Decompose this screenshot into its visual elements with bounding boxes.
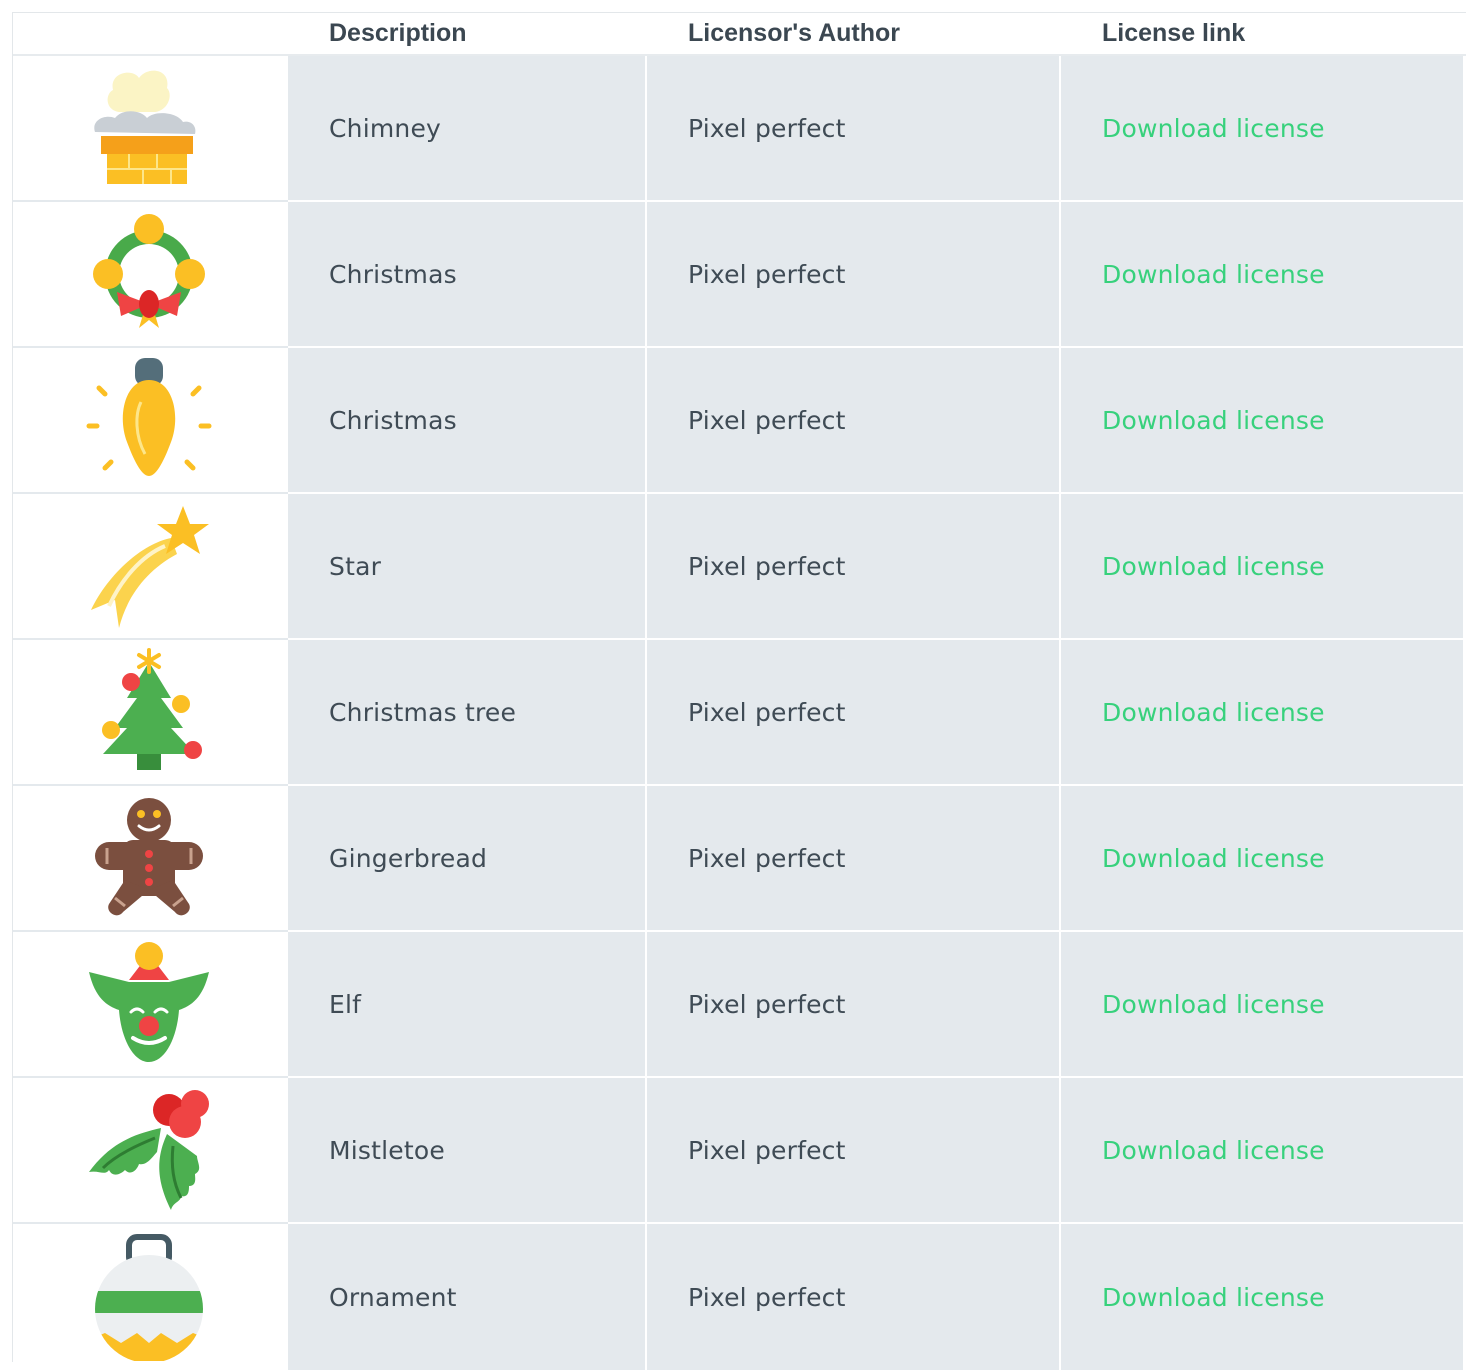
wreath-icon	[93, 214, 205, 328]
icon-cell	[13, 494, 288, 640]
download-license-link[interactable]: Download license	[1102, 114, 1325, 143]
elf-icon	[89, 942, 209, 1062]
table-row: Star Pixel perfect Download license	[13, 494, 1466, 640]
author-cell: Pixel perfect	[647, 202, 1061, 348]
license-link-cell: Download license	[1061, 1078, 1465, 1224]
mistletoe-icon	[89, 1090, 209, 1210]
license-link-cell: Download license	[1061, 494, 1465, 640]
download-license-link[interactable]: Download license	[1102, 260, 1325, 289]
header-license-link: License link	[1102, 19, 1246, 47]
description-cell: Ornament	[288, 1224, 647, 1370]
author-cell: Pixel perfect	[647, 494, 1061, 640]
header-icon-column	[13, 13, 288, 54]
description-cell: Christmas	[288, 202, 647, 348]
description-cell: Star	[288, 494, 647, 640]
table-row: Christmas Pixel perfect Download license	[13, 202, 1466, 348]
header-description: Description	[329, 19, 467, 47]
download-license-link[interactable]: Download license	[1102, 698, 1325, 727]
icon-cell	[13, 932, 288, 1078]
author-cell: Pixel perfect	[647, 786, 1061, 932]
table-row: Gingerbread Pixel perfect Download licen…	[13, 786, 1466, 932]
header-licensors-author: Licensor's Author	[688, 19, 900, 47]
icon-cell	[13, 786, 288, 932]
icon-cell	[13, 1078, 288, 1224]
table-row: Ornament Pixel perfect Download license	[13, 1224, 1466, 1370]
license-link-cell: Download license	[1061, 932, 1465, 1078]
table-row: Christmas Pixel perfect Download license	[13, 348, 1466, 494]
author-cell: Pixel perfect	[647, 56, 1061, 202]
description-cell: Christmas	[288, 348, 647, 494]
icon-cell	[13, 640, 288, 786]
author-cell: Pixel perfect	[647, 1078, 1061, 1224]
icon-cell	[13, 56, 288, 202]
download-license-link[interactable]: Download license	[1102, 844, 1325, 873]
icon-cell	[13, 348, 288, 494]
description-cell: Gingerbread	[288, 786, 647, 932]
gingerbread-icon	[95, 798, 203, 916]
table-header-row: Description Licensor's Author License li…	[13, 13, 1466, 56]
christmas-tree-icon	[102, 648, 202, 770]
author-cell: Pixel perfect	[647, 348, 1061, 494]
license-link-cell: Download license	[1061, 640, 1465, 786]
table-row: Elf Pixel perfect Download license	[13, 932, 1466, 1078]
shooting-star-icon	[91, 506, 209, 628]
icon-cell	[13, 202, 288, 348]
license-link-cell: Download license	[1061, 202, 1465, 348]
description-cell: Elf	[288, 932, 647, 1078]
description-cell: Chimney	[288, 56, 647, 202]
download-license-link[interactable]: Download license	[1102, 1136, 1325, 1165]
author-cell: Pixel perfect	[647, 1224, 1061, 1370]
download-license-link[interactable]: Download license	[1102, 990, 1325, 1019]
table-row: Christmas tree Pixel perfect Download li…	[13, 640, 1466, 786]
download-license-link[interactable]: Download license	[1102, 1283, 1325, 1312]
author-cell: Pixel perfect	[647, 640, 1061, 786]
license-link-cell: Download license	[1061, 786, 1465, 932]
light-bulb-icon	[86, 358, 212, 476]
license-link-cell: Download license	[1061, 348, 1465, 494]
description-cell: Christmas tree	[288, 640, 647, 786]
chimney-icon	[94, 70, 196, 184]
ornament-icon	[95, 1234, 203, 1361]
table-row: Mistletoe Pixel perfect Download license	[13, 1078, 1466, 1224]
license-link-cell: Download license	[1061, 56, 1465, 202]
license-table: Description Licensor's Author License li…	[12, 12, 1466, 1370]
download-license-link[interactable]: Download license	[1102, 552, 1325, 581]
author-cell: Pixel perfect	[647, 932, 1061, 1078]
icon-cell	[13, 1224, 288, 1370]
table-row: Chimney Pixel perfect Download license	[13, 56, 1466, 202]
description-cell: Mistletoe	[288, 1078, 647, 1224]
license-link-cell: Download license	[1061, 1224, 1465, 1370]
download-license-link[interactable]: Download license	[1102, 406, 1325, 435]
